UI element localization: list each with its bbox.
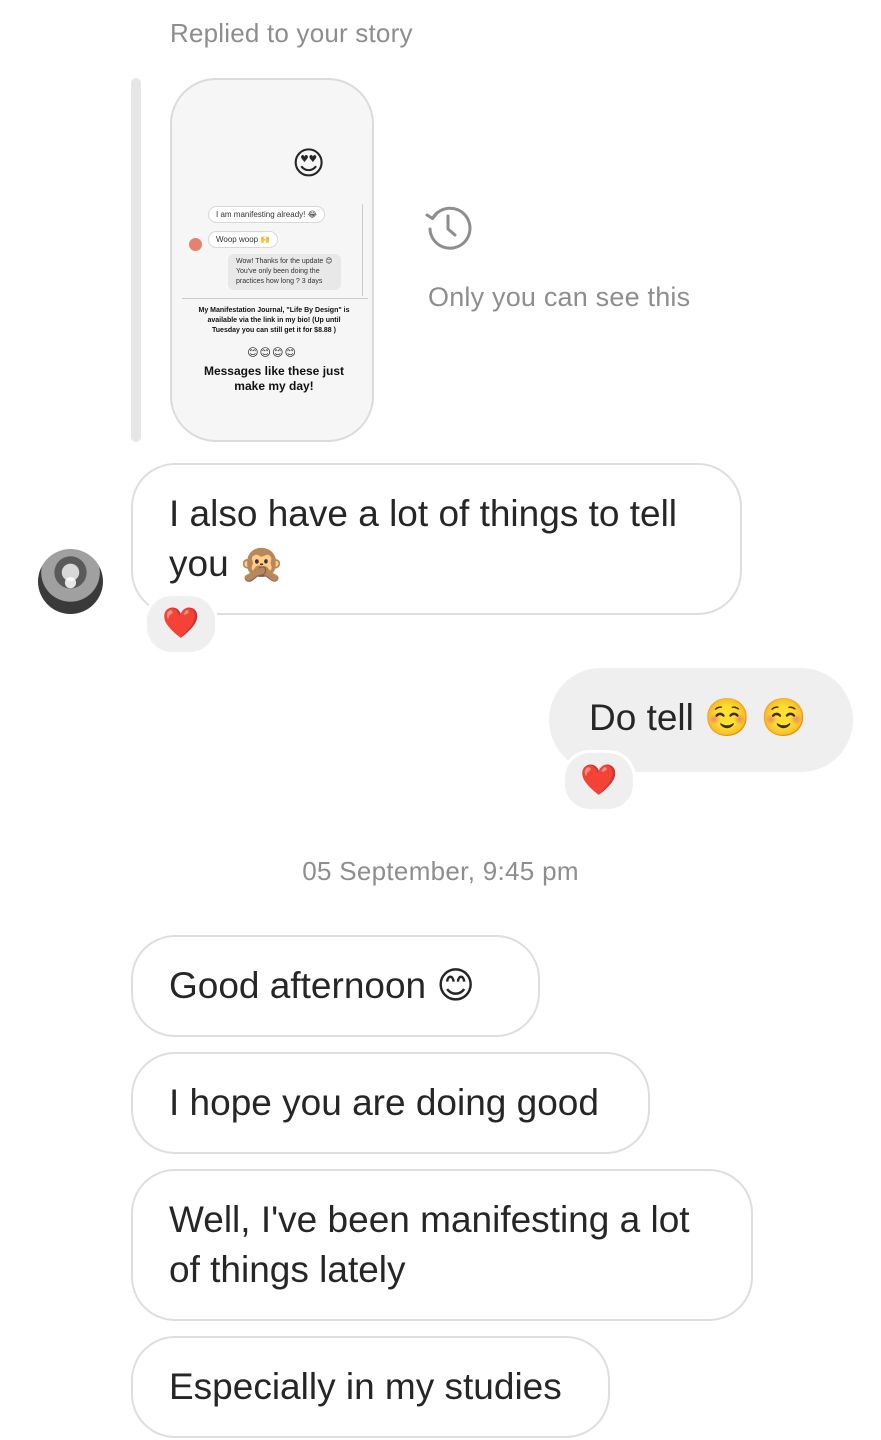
message-text: Do tell ☺️ ☺️ [589, 697, 807, 738]
avatar-person-icon: ● [62, 566, 79, 596]
message-text: I also have a lot of things to tell you … [169, 493, 678, 584]
story-mini-message: Wow! Thanks for the update 😊 You've only… [228, 254, 341, 290]
reply-quote-bar [131, 78, 141, 442]
story-mini-divider [182, 298, 368, 299]
date-separator: 05 September, 9:45 pm [302, 856, 579, 886]
story-emoji-row: 😊😊😊😊 [247, 347, 297, 359]
message-bubble-incoming[interactable]: Well, I've been manifesting a lot of thi… [131, 1169, 753, 1321]
story-headline: Messages like these just make my day! [203, 364, 345, 393]
message-bubble-incoming[interactable]: Especially in my studies [131, 1336, 610, 1438]
message-bubble-incoming[interactable]: I also have a lot of things to tell you … [131, 463, 742, 615]
private-note: Only you can see this [428, 282, 691, 312]
story-preview-card[interactable]: 😍 I am manifesting already! 😂 Woop woop … [170, 78, 374, 442]
history-clock-icon [425, 206, 472, 250]
story-mini-message: Woop woop 🙌 [208, 231, 279, 248]
message-bubble-incoming[interactable]: I hope you are doing good [131, 1052, 650, 1154]
message-text: Especially in my studies [169, 1366, 562, 1407]
story-mini-message: I am manifesting already! 😂 [208, 206, 325, 223]
story-mini-divider [362, 204, 363, 296]
message-text: Good afternoon 😊 [169, 965, 475, 1006]
story-caption: My Manifestation Journal, "Life By Desig… [198, 307, 350, 334]
heart-eyes-emoji: 😍 [292, 145, 326, 181]
story-reply-label: Replied to your story [170, 18, 413, 48]
sender-avatar[interactable]: ● [38, 549, 103, 614]
heart-reaction[interactable]: ❤️ [144, 593, 218, 655]
story-mini-avatar [189, 238, 202, 251]
heart-reaction[interactable]: ❤️ [562, 750, 636, 812]
message-text: Well, I've been manifesting a lot of thi… [169, 1199, 690, 1290]
message-text: I hope you are doing good [169, 1082, 599, 1123]
message-bubble-incoming[interactable]: Good afternoon 😊 [131, 935, 540, 1037]
